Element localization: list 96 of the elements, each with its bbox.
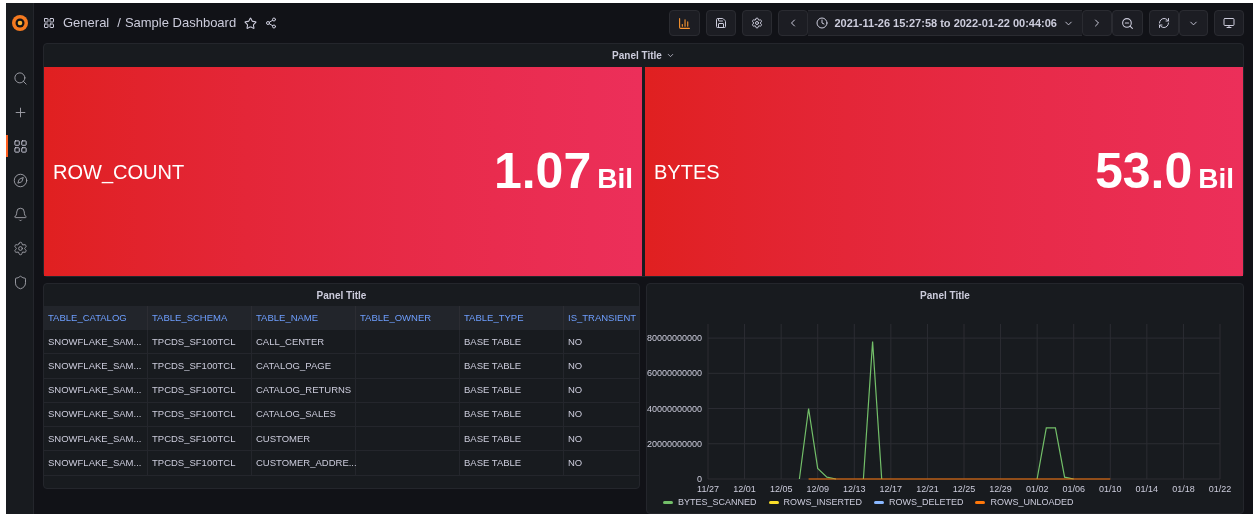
y-tick-label: 0 [697, 474, 702, 484]
x-tick-label: 01/18 [1172, 484, 1195, 494]
table-cell: BASE TABLE [460, 427, 564, 451]
panel-title: Panel Title [919, 288, 971, 303]
zoom-out-button[interactable] [1112, 10, 1143, 36]
x-tick-label: 12/17 [879, 484, 903, 494]
legend-label[interactable]: ROWS_UNLOADED [990, 496, 1074, 510]
column-header[interactable]: TABLE_SCHEMA [148, 306, 252, 330]
save-icon [715, 17, 728, 29]
breadcrumb-folder[interactable]: General [63, 13, 110, 33]
star-icon[interactable] [244, 16, 258, 30]
shield-icon [13, 274, 28, 290]
table-cell: BASE TABLE [460, 330, 564, 354]
x-tick-label: 11/27 [697, 484, 719, 494]
x-tick-label: 12/13 [843, 484, 866, 494]
table-cell: SNOWFLAKE_SAM... [44, 402, 148, 427]
share-icon[interactable] [265, 17, 278, 29]
x-tick-label: 12/05 [769, 484, 793, 494]
settings-icon [751, 17, 764, 29]
x-tick-label: 12/01 [733, 484, 756, 494]
caret-icon [665, 51, 675, 60]
breadcrumb-separator: / [117, 14, 121, 33]
zoom-out-icon [1121, 16, 1134, 30]
table-cell: CUSTOMER [252, 427, 356, 451]
x-tick-label: 12/29 [989, 484, 1012, 494]
x-tick-label: 01/06 [1062, 484, 1085, 494]
table-cell: BASE TABLE [460, 402, 564, 427]
table-cell: NO [564, 402, 639, 427]
clock-icon [816, 17, 829, 29]
y-tick-label: 20000000000 [647, 438, 702, 449]
dashboard-title[interactable]: Sample Dashboard [124, 13, 237, 33]
table-cell: BASE TABLE [460, 378, 564, 402]
column-header[interactable]: TABLE_TYPE [460, 306, 564, 330]
table-cell: TPCDS_SF100TCL [148, 427, 252, 451]
grid-icon [43, 17, 55, 29]
table-cell: TPCDS_SF100TCL [148, 402, 252, 427]
stat-value: 53.0 Bil [1094, 142, 1234, 201]
x-tick-label: 12/21 [916, 484, 939, 494]
table-cell: CUSTOMER_ADDRE... [252, 451, 356, 475]
row-title[interactable]: Panel Title [44, 44, 1243, 67]
legend-label[interactable]: ROWS_INSERTED [783, 496, 862, 510]
time-range-picker[interactable]: 2021-11-26 15:27:58 to 2022-01-22 00:44:06 [808, 10, 1082, 36]
legend-label[interactable]: ROWS_DELETED [888, 496, 964, 510]
table-cell: TPCDS_SF100TCL [148, 354, 252, 378]
table-cell: NO [564, 427, 639, 451]
table-cell: SNOWFLAKE_SAM... [44, 330, 148, 354]
legend-label[interactable]: BYTES_SCANNED [678, 496, 757, 510]
x-tick-label: 01/14 [1135, 484, 1159, 494]
stat-label: BYTES [654, 159, 720, 185]
settings-icon [13, 240, 28, 256]
x-tick-label: 01/02 [1025, 484, 1049, 494]
table-cell: SNOWFLAKE_SAM... [44, 378, 148, 402]
monitor-icon [1223, 17, 1235, 29]
table-cell: NO [564, 378, 639, 402]
table-cell: SNOWFLAKE_SAM... [44, 354, 148, 378]
table-cell: BASE TABLE [460, 354, 564, 378]
x-tick-label: 12/09 [806, 484, 829, 494]
column-header[interactable]: TABLE_OWNER [356, 306, 460, 330]
table-cell: SNOWFLAKE_SAM... [44, 427, 148, 451]
search-icon [13, 70, 28, 86]
table-cell: CATALOG_SALES [252, 402, 356, 427]
settings-button[interactable] [742, 10, 773, 36]
y-tick-label: 80000000000 [647, 333, 702, 344]
stat-value: 1.07 Bil [493, 142, 633, 201]
table-cell: CATALOG_RETURNS [252, 378, 356, 402]
compass-icon [13, 172, 28, 188]
table-cell: TPCDS_SF100TCL [148, 378, 252, 402]
bar-chart-icon [678, 16, 692, 30]
x-tick-label: 01/10 [1099, 484, 1122, 494]
table-cell: BASE TABLE [460, 451, 564, 475]
table-cell: CALL_CENTER [252, 330, 356, 354]
stat-label: ROW_COUNT [53, 159, 185, 186]
table-cell: TPCDS_SF100TCL [148, 451, 252, 475]
tv-mode-button[interactable] [1214, 10, 1244, 36]
table-cell: TPCDS_SF100TCL [148, 330, 252, 354]
y-tick-label: 60000000000 [647, 368, 702, 379]
column-header[interactable]: TABLE_CATALOG [44, 306, 148, 330]
bell-icon [13, 206, 28, 222]
save-button[interactable] [706, 10, 737, 36]
refresh-icon [1158, 17, 1170, 29]
table-cell: NO [564, 451, 639, 475]
column-header[interactable]: IS_TRANSIENT [564, 306, 639, 330]
table-cell: SNOWFLAKE_SAM... [44, 451, 148, 475]
table-cell: NO [564, 330, 639, 354]
table-cell: NO [564, 354, 639, 378]
grid-icon [13, 138, 28, 154]
plus-icon [13, 104, 28, 120]
panel-title: Panel Title [315, 288, 368, 303]
logo-icon[interactable] [9, 13, 30, 33]
table-cell: CATALOG_PAGE [252, 354, 356, 378]
x-tick-label: 01/22 [1208, 484, 1232, 494]
refresh-button[interactable] [1149, 10, 1179, 36]
add-panel-button[interactable] [669, 10, 701, 36]
column-header[interactable]: TABLE_NAME [252, 306, 356, 330]
y-tick-label: 40000000000 [647, 403, 702, 414]
x-tick-label: 12/25 [952, 484, 976, 494]
